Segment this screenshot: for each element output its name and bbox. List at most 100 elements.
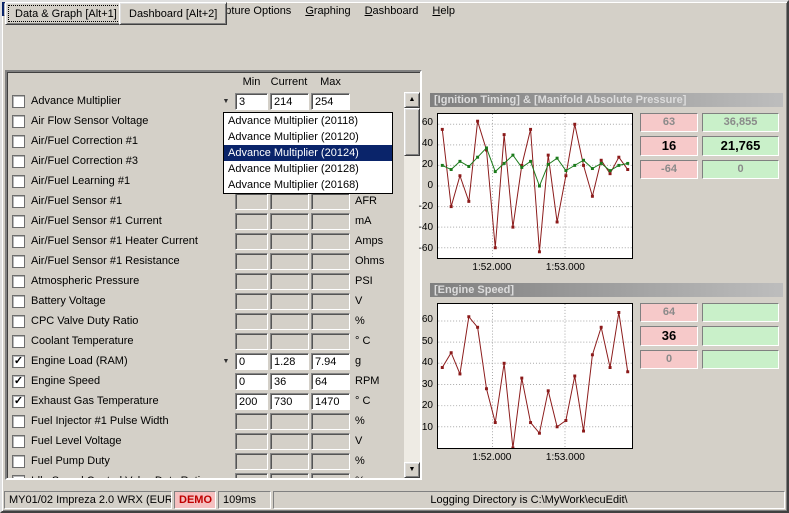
param-max-field[interactable] (311, 273, 350, 290)
param-max-field[interactable] (311, 473, 350, 478)
chart-stat-min-right (702, 350, 779, 369)
column-header-max: Max (311, 76, 350, 88)
y-tick-label: 30 (422, 379, 433, 390)
param-max-field[interactable] (311, 413, 350, 430)
param-checkbox[interactable] (12, 115, 25, 128)
param-cur-field[interactable] (270, 233, 309, 250)
param-unit: % (355, 415, 365, 427)
param-label: Air/Fuel Sensor #1 Heater Current (31, 235, 198, 247)
param-min-field[interactable] (235, 353, 268, 370)
tab-data-graph[interactable]: Data & Graph [Alt+1] (5, 2, 127, 25)
combo-arrow-icon[interactable]: ▼ (219, 354, 233, 370)
combo-arrow-icon[interactable]: ▼ (219, 94, 233, 110)
param-cur-field[interactable] (270, 353, 309, 370)
param-max-field[interactable] (311, 373, 350, 390)
param-checkbox[interactable] (12, 295, 25, 308)
dropdown-option[interactable]: Advance Multiplier (20124) (224, 145, 392, 161)
param-min-field[interactable] (235, 293, 268, 310)
param-min-field[interactable] (235, 93, 268, 110)
menu-dashboard[interactable]: Dashboard (358, 2, 426, 20)
param-max-field[interactable] (311, 393, 350, 410)
param-unit: mA (355, 215, 372, 227)
param-checkbox[interactable] (12, 95, 25, 108)
param-row: Battery VoltageV (7, 292, 404, 312)
param-max-field[interactable] (311, 433, 350, 450)
param-cur-field[interactable] (270, 293, 309, 310)
param-checkbox[interactable]: ✓ (12, 355, 25, 368)
param-checkbox[interactable] (12, 275, 25, 288)
param-cur-field[interactable] (270, 453, 309, 470)
param-max-field[interactable] (311, 293, 350, 310)
param-cur-field[interactable] (270, 193, 309, 210)
menu-graphing[interactable]: Graphing (298, 2, 357, 20)
param-min-field[interactable] (235, 273, 268, 290)
param-min-field[interactable] (235, 413, 268, 430)
param-row: Air/Fuel Sensor #1 Heater CurrentAmps (7, 232, 404, 252)
param-checkbox[interactable] (12, 135, 25, 148)
param-checkbox[interactable] (12, 475, 25, 478)
param-max-field[interactable] (311, 333, 350, 350)
param-checkbox[interactable]: ✓ (12, 375, 25, 388)
param-cur-field[interactable] (270, 413, 309, 430)
dropdown-option[interactable]: Advance Multiplier (20128) (224, 161, 392, 177)
dropdown-option[interactable]: Advance Multiplier (20118) (224, 113, 392, 129)
param-cur-field[interactable] (270, 253, 309, 270)
param-checkbox[interactable] (12, 315, 25, 328)
param-max-field[interactable] (311, 233, 350, 250)
param-row: Coolant Temperature° C (7, 332, 404, 352)
param-checkbox[interactable] (12, 435, 25, 448)
param-checkbox[interactable] (12, 255, 25, 268)
param-checkbox[interactable] (12, 215, 25, 228)
param-checkbox[interactable]: ✓ (12, 395, 25, 408)
param-cur-field[interactable] (270, 93, 309, 110)
param-checkbox[interactable] (12, 235, 25, 248)
param-label: Advance Multiplier (31, 95, 121, 107)
param-min-field[interactable] (235, 433, 268, 450)
param-max-field[interactable] (311, 93, 350, 110)
x-tick-label: 1:53.000 (535, 452, 595, 463)
param-cur-field[interactable] (270, 393, 309, 410)
param-cur-field[interactable] (270, 433, 309, 450)
param-min-field[interactable] (235, 233, 268, 250)
param-cur-field[interactable] (270, 273, 309, 290)
param-checkbox[interactable] (12, 155, 25, 168)
param-checkbox[interactable] (12, 455, 25, 468)
dropdown-option[interactable]: Advance Multiplier (20168) (224, 177, 392, 193)
x-tick-label: 1:52.000 (462, 262, 522, 273)
param-checkbox[interactable] (12, 195, 25, 208)
param-max-field[interactable] (311, 253, 350, 270)
param-max-field[interactable] (311, 353, 350, 370)
param-cur-field[interactable] (270, 473, 309, 478)
param-cur-field[interactable] (270, 313, 309, 330)
param-min-field[interactable] (235, 313, 268, 330)
param-cur-field[interactable] (270, 373, 309, 390)
param-min-field[interactable] (235, 373, 268, 390)
param-min-field[interactable] (235, 333, 268, 350)
param-checkbox[interactable] (12, 335, 25, 348)
param-checkbox[interactable] (12, 175, 25, 188)
chart-stat-max-right (702, 303, 779, 322)
param-max-field[interactable] (311, 193, 350, 210)
param-min-field[interactable] (235, 253, 268, 270)
menu-help[interactable]: Help (425, 2, 462, 20)
chart-canvas (438, 114, 632, 258)
dropdown-option[interactable]: Advance Multiplier (20120) (224, 129, 392, 145)
param-min-field[interactable] (235, 473, 268, 478)
param-unit: V (355, 435, 362, 447)
param-unit: RPM (355, 375, 379, 387)
param-max-field[interactable] (311, 453, 350, 470)
param-cur-field[interactable] (270, 333, 309, 350)
param-min-field[interactable] (235, 393, 268, 410)
param-label: Air/Fuel Sensor #1 Current (31, 215, 162, 227)
param-row: Fuel Injector #1 Pulse Width% (7, 412, 404, 432)
param-max-field[interactable] (311, 213, 350, 230)
param-row: Atmospheric PressurePSI (7, 272, 404, 292)
tab-dashboard[interactable]: Dashboard [Alt+2] (119, 2, 227, 25)
param-min-field[interactable] (235, 213, 268, 230)
param-min-field[interactable] (235, 193, 268, 210)
param-max-field[interactable] (311, 313, 350, 330)
param-cur-field[interactable] (270, 213, 309, 230)
param-min-field[interactable] (235, 453, 268, 470)
param-checkbox[interactable] (12, 415, 25, 428)
y-tick-label: 20 (422, 159, 433, 170)
